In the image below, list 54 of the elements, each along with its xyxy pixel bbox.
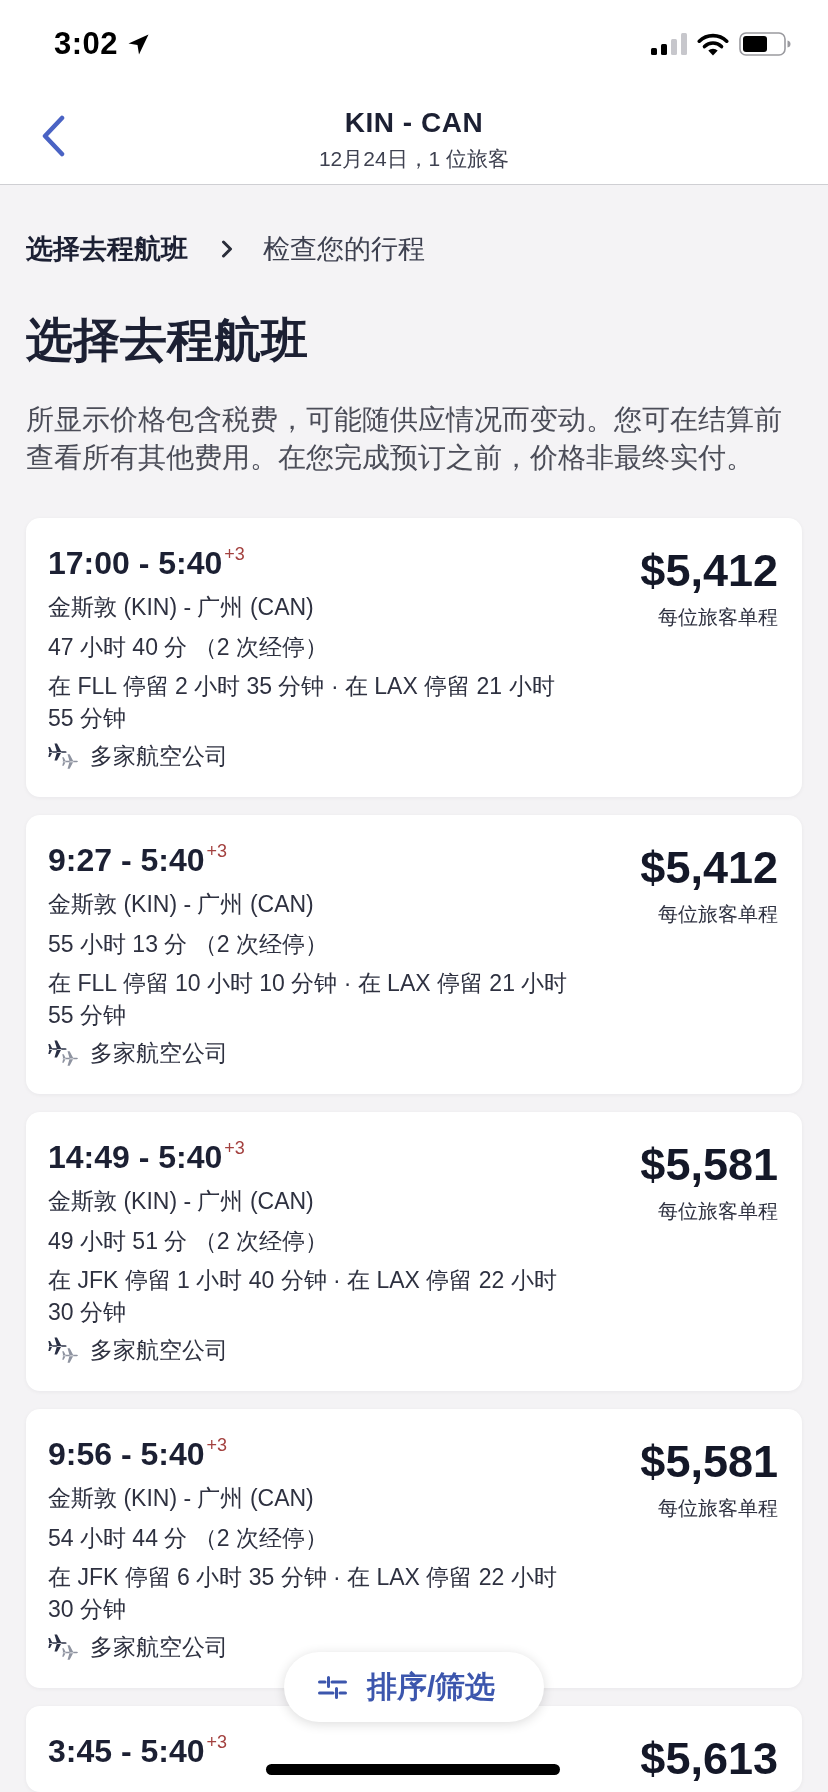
airplanes-icon (48, 1633, 80, 1661)
flight-times: 9:56 - 5:40 (48, 1435, 205, 1474)
price-text: $5,412 (640, 547, 778, 595)
battery-icon (739, 32, 791, 56)
airplanes-icon (48, 1039, 80, 1067)
duration-text: 49 小时 51 分 （2 次经停） (48, 1227, 329, 1256)
sliders-icon (318, 1675, 347, 1699)
day-offset: +3 (206, 841, 228, 861)
route-text: 金斯敦 (KIN) - 广州 (CAN) (48, 1484, 315, 1513)
route-text: 金斯敦 (KIN) - 广州 (CAN) (48, 1187, 315, 1216)
chevron-right-icon (221, 239, 233, 259)
price-note: 每位旅客单程 (658, 902, 778, 927)
sort-filter-button[interactable]: 排序/筛选 (284, 1652, 544, 1722)
day-offset: +3 (206, 1732, 228, 1752)
day-offset: +3 (206, 1435, 228, 1455)
airplanes-icon (48, 742, 80, 770)
day-offset: +3 (224, 1138, 245, 1158)
airline-name: 多家航空公司 (90, 741, 228, 771)
price-text: $5,581 (640, 1438, 778, 1486)
price-note: 每位旅客单程 (658, 1199, 778, 1224)
duration-text: 47 小时 40 分 （2 次经停） (48, 633, 329, 662)
status-time: 3:02 (54, 26, 119, 62)
header-subtitle: 12月24日，1 位旅客 (318, 146, 510, 172)
price-notice: 所显示价格包含税费，可能随供应情况而变动。您可在结算前查看所有其他费用。在您完成预订之前，价格非最终实付。 (26, 403, 783, 475)
airplanes-icon (48, 1336, 80, 1364)
layover-text: 在 FLL 停留 2 小时 35 分钟 · 在 LAX 停留 21 小时 55 分钟 (48, 672, 556, 733)
breadcrumb-step: 检查您的行程 (263, 229, 425, 269)
duration-text: 55 小时 13 分 （2 次经停） (48, 930, 329, 959)
page-heading: 选择去程航班 (26, 312, 309, 368)
layover-text: 在 JFK 停留 1 小时 40 分钟 · 在 LAX 停留 22 小时 30 分钟 (48, 1266, 558, 1327)
flight-times: 9:27 - 5:40 (48, 841, 205, 880)
wifi-icon (697, 32, 729, 56)
location-arrow-icon (128, 33, 150, 55)
airline-name: 多家航空公司 (90, 1335, 228, 1365)
price-text: $5,581 (640, 1141, 778, 1189)
day-offset: +3 (224, 544, 245, 564)
signal-icon (651, 33, 687, 55)
flight-times: 14:49 - 5:40 (48, 1138, 223, 1177)
airline-name: 多家航空公司 (90, 1038, 228, 1068)
price-note: 每位旅客单程 (658, 605, 778, 630)
route-text: 金斯敦 (KIN) - 广州 (CAN) (48, 593, 315, 622)
price-note: 每位旅客单程 (658, 1496, 778, 1521)
price-text: $5,613 (640, 1735, 778, 1783)
breadcrumb-step: 选择去程航班 (26, 229, 188, 269)
flight-times: 3:45 - 5:40 (48, 1732, 205, 1771)
layover-text: 在 JFK 停留 6 小时 35 分钟 · 在 LAX 停留 22 小时 30 分钟 (48, 1563, 558, 1624)
flight-times: 17:00 - 5:40 (48, 544, 223, 583)
airline-name: 多家航空公司 (90, 1632, 228, 1662)
chevron-left-icon (40, 115, 66, 157)
header-title: KIN - CAN (344, 106, 484, 140)
route-text: 金斯敦 (KIN) - 广州 (CAN) (48, 890, 315, 919)
layover-text: 在 FLL 停留 10 小时 10 分钟 · 在 LAX 停留 21 小时 55 分钟 (48, 969, 569, 1030)
price-text: $5,412 (640, 844, 778, 892)
duration-text: 54 小时 44 分 （2 次经停） (48, 1524, 329, 1553)
